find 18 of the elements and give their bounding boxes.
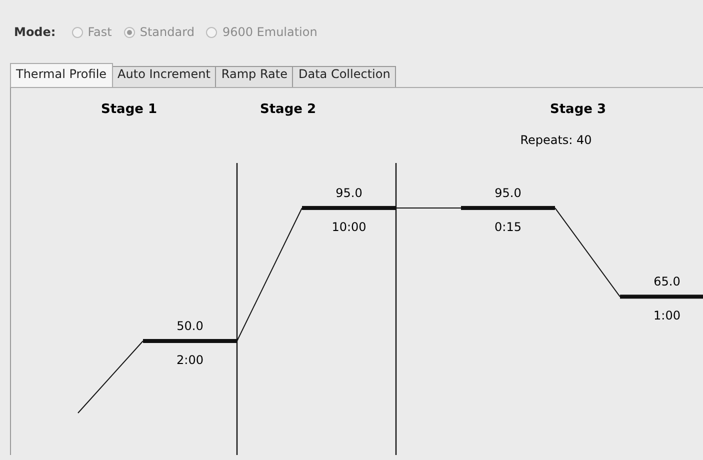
temperature-value[interactable]: 50.0	[176, 319, 204, 333]
temperature-value[interactable]: 95.0	[336, 186, 362, 200]
hold-time[interactable]: 10:00	[332, 220, 366, 234]
temperature-value[interactable]: 65.0	[654, 274, 680, 289]
temperature-value[interactable]: 95.0	[494, 186, 522, 200]
tab[interactable]: Auto Increment	[112, 66, 216, 87]
hold-time[interactable]: 2:00	[176, 353, 204, 367]
mode-label: Mode:	[14, 25, 56, 39]
tab[interactable]: Thermal Profile	[10, 63, 113, 87]
hold-time[interactable]: 0:15	[494, 220, 522, 234]
stage-title: Stage 3	[550, 102, 606, 117]
hold-line[interactable]	[620, 294, 703, 299]
hold-time[interactable]: 1:00	[654, 308, 680, 323]
stage-title: Stage 2	[260, 102, 316, 117]
tab[interactable]: Ramp Rate	[215, 66, 294, 87]
repeats-label[interactable]: Repeats: 40	[520, 133, 592, 147]
tab[interactable]: Data Collection	[292, 66, 396, 87]
stage-title: Stage 1	[100, 102, 158, 117]
